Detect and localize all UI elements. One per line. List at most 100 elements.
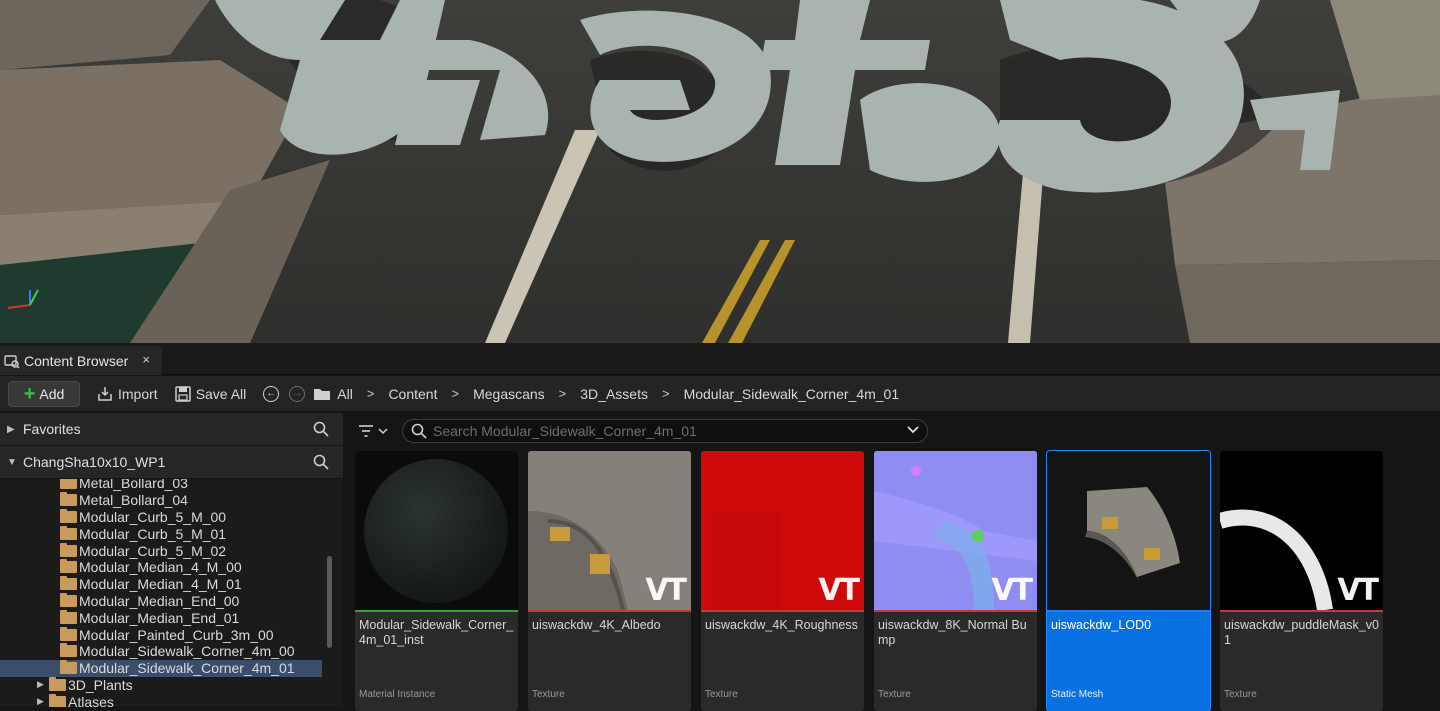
folder-item-selected[interactable]: Modular_Sidewalk_Corner_4m_01 xyxy=(0,659,322,677)
search-input[interactable] xyxy=(433,423,893,439)
folder-item[interactable]: ▶ 3D_Plants xyxy=(0,676,343,694)
asset-name: Modular_Sidewalk_Corner_4m_01_inst xyxy=(359,618,514,647)
asset-tile[interactable]: VT uiswackdw_8K_Normal Bump Texture xyxy=(874,451,1037,711)
asset-type-bar xyxy=(1220,610,1383,612)
level-viewport[interactable] xyxy=(0,0,1440,343)
asset-name: uiswackdw_4K_Albedo xyxy=(532,618,661,632)
folder-icon xyxy=(60,643,77,658)
content-browser-toolbar: + Add Import Save All ← → All > Content … xyxy=(0,376,1440,411)
breadcrumb: All > Content > Megascans > 3D_Assets > … xyxy=(337,386,899,402)
folder-item[interactable]: ▶ Atlases xyxy=(0,693,343,707)
add-button[interactable]: + Add xyxy=(8,380,80,407)
asset-name: uiswackdw_puddleMask_v01 xyxy=(1224,618,1379,647)
search-icon[interactable] xyxy=(313,421,329,442)
expand-triangle-icon[interactable]: ▶ xyxy=(7,424,23,435)
folder-icon[interactable] xyxy=(313,385,331,403)
project-header[interactable]: ▼ ChangSha10x10_WP1 xyxy=(0,446,343,479)
breadcrumb-3d-assets[interactable]: 3D_Assets xyxy=(580,386,648,402)
chevron-right-icon[interactable]: > xyxy=(559,386,567,401)
folder-icon xyxy=(49,693,66,707)
asset-name: uiswackdw_4K_Roughness xyxy=(705,618,858,632)
breadcrumb-content[interactable]: Content xyxy=(388,386,437,402)
folder-item[interactable]: Modular_Painted_Curb_3m_00 xyxy=(0,626,343,643)
folder-item[interactable]: Metal_Bollard_04 xyxy=(0,492,343,509)
tab-label: Content Browser xyxy=(24,352,129,369)
folder-label: 3D_Plants xyxy=(68,676,133,693)
chevron-right-icon[interactable]: > xyxy=(451,386,459,401)
folder-icon xyxy=(60,559,77,574)
tab-bar: Content Browser × xyxy=(0,343,1440,375)
tab-content-browser[interactable]: Content Browser × xyxy=(0,346,162,375)
favorites-header[interactable]: ▶ Favorites xyxy=(0,413,343,446)
search-icon xyxy=(411,423,427,439)
folder-item[interactable]: Modular_Median_4_M_01 xyxy=(0,576,343,593)
collapse-triangle-icon[interactable]: ▼ xyxy=(7,457,23,468)
breadcrumb-megascans[interactable]: Megascans xyxy=(473,386,545,402)
asset-tile-selected[interactable]: uiswackdw_LOD0 Static Mesh xyxy=(1046,450,1211,711)
folder-tree: Metal_Bollard_03 Metal_Bollard_04 Modula… xyxy=(0,479,343,707)
asset-type: Material Instance xyxy=(359,689,436,700)
folder-label: Modular_Sidewalk_Corner_4m_00 xyxy=(79,643,295,660)
save-all-button[interactable]: Save All xyxy=(174,385,247,403)
search-box[interactable] xyxy=(402,419,928,443)
import-button[interactable]: Import xyxy=(96,385,158,403)
folder-label: Modular_Median_End_01 xyxy=(79,609,240,626)
folder-icon xyxy=(49,676,66,691)
import-icon xyxy=(96,385,114,403)
asset-type-bar xyxy=(874,610,1037,612)
folder-icon xyxy=(60,508,77,523)
tree-scrollbar[interactable] xyxy=(327,556,332,648)
asset-view: Modular_Sidewalk_Corner_4m_01_inst Mater… xyxy=(346,413,1440,711)
plus-icon: + xyxy=(23,382,36,405)
asset-tile[interactable]: VT uiswackdw_4K_Roughness Texture xyxy=(701,451,864,711)
asset-type: Texture xyxy=(878,689,911,700)
viewport-scene xyxy=(0,0,1440,343)
folder-label: Metal_Bollard_03 xyxy=(79,479,188,492)
folder-label: Modular_Curb_5_M_02 xyxy=(79,542,227,559)
asset-thumbnail: VT xyxy=(701,451,864,610)
folder-icon xyxy=(60,542,77,557)
folder-item[interactable]: Modular_Sidewalk_Corner_4m_00 xyxy=(0,643,343,660)
folder-label: Modular_Sidewalk_Corner_4m_01 xyxy=(79,660,295,677)
chevron-down-icon xyxy=(378,428,388,435)
folder-item[interactable]: Modular_Curb_5_M_02 xyxy=(0,542,343,559)
folder-item[interactable]: Modular_Median_End_01 xyxy=(0,609,343,626)
folder-item[interactable]: Metal_Bollard_03 xyxy=(0,479,343,492)
close-icon[interactable]: × xyxy=(142,352,150,367)
asset-type: Static Mesh xyxy=(1051,689,1104,700)
asset-type-bar xyxy=(701,610,864,612)
asset-type: Texture xyxy=(1224,689,1257,700)
folder-item[interactable]: Modular_Median_End_00 xyxy=(0,592,343,610)
folder-icon xyxy=(60,492,77,507)
folder-item[interactable]: Modular_Curb_5_M_00 xyxy=(0,508,343,526)
breadcrumb-current-folder[interactable]: Modular_Sidewalk_Corner_4m_01 xyxy=(684,386,900,402)
asset-thumbnail: VT xyxy=(874,451,1037,610)
folder-label: Modular_Curb_5_M_01 xyxy=(79,525,227,542)
asset-tile[interactable]: VT uiswackdw_puddleMask_v01 Texture xyxy=(1220,451,1383,711)
asset-type-bar xyxy=(528,610,691,612)
back-arrow-icon[interactable]: ← xyxy=(263,385,280,402)
chevron-right-icon[interactable]: > xyxy=(662,386,670,401)
expand-triangle-icon[interactable]: ▶ xyxy=(37,679,49,690)
forward-arrow-icon[interactable]: → xyxy=(289,385,306,402)
filter-button[interactable] xyxy=(358,424,388,438)
expand-triangle-icon[interactable]: ▶ xyxy=(37,696,49,707)
filter-icon xyxy=(359,425,373,437)
breadcrumb-all[interactable]: All xyxy=(337,386,353,402)
asset-thumbnail: VT xyxy=(528,451,691,610)
asset-tile[interactable]: VT uiswackdw_4K_Albedo Texture xyxy=(528,451,691,711)
asset-type: Texture xyxy=(705,689,738,700)
asset-thumbnail xyxy=(1047,451,1210,610)
add-label: Add xyxy=(39,385,65,402)
chevron-down-icon[interactable] xyxy=(907,423,919,438)
folder-item[interactable]: Modular_Median_4_M_00 xyxy=(0,559,343,576)
asset-type-bar xyxy=(1047,610,1210,612)
folder-item[interactable]: Modular_Curb_5_M_01 xyxy=(0,525,343,542)
search-icon[interactable] xyxy=(313,454,329,475)
save-all-label: Save All xyxy=(195,385,247,402)
folder-icon xyxy=(60,609,77,624)
chevron-right-icon[interactable]: > xyxy=(367,386,375,401)
asset-name: uiswackdw_8K_Normal Bump xyxy=(878,618,1027,647)
filter-bar xyxy=(346,413,1440,449)
asset-tile[interactable]: Modular_Sidewalk_Corner_4m_01_inst Mater… xyxy=(355,451,518,711)
